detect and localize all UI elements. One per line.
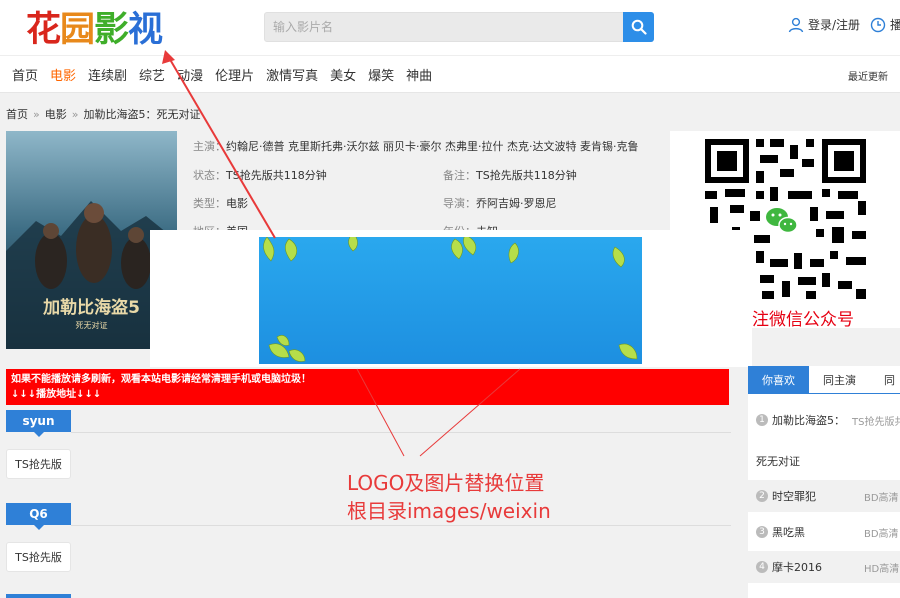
annotation-text: LOGO及图片替换位置 根目录images/weixin (347, 469, 551, 525)
list-item[interactable]: 4 摩卡2016 HD高清 (748, 551, 900, 583)
list-item-tag: BD高清 (864, 528, 899, 540)
tab-same-cast[interactable]: 同主演 (809, 366, 870, 393)
status-value: TS抢先版共118分钟 (226, 169, 327, 182)
nav-item-anime[interactable]: 动漫 (177, 65, 203, 84)
rank-badge: 4 (756, 561, 768, 573)
nav-item-photo[interactable]: 激情写真 (266, 65, 318, 84)
logo-char-3: 影 (94, 10, 129, 50)
type-value[interactable]: 电影 (226, 197, 248, 210)
episode-button[interactable]: TS抢先版 (6, 449, 71, 479)
type-label: 类型： (193, 197, 226, 210)
remark-label: 备注： (443, 169, 476, 182)
list-item[interactable]: 1 加勒比海盗5： TS抢先版共 (748, 412, 900, 428)
source-tab-next[interactable] (6, 594, 71, 598)
notice-bar: 如果不能播放请多刷新，观看本站电影请经常清理手机或电脑垃圾！ ↓↓↓播放地址↓↓… (6, 369, 729, 405)
search-button[interactable] (623, 12, 654, 42)
source-tab-q6[interactable]: Q6 (6, 503, 71, 530)
list-item-title[interactable]: 时空罪犯 (772, 488, 816, 504)
nav-item-variety[interactable]: 综艺 (139, 65, 165, 84)
list-item-title[interactable]: 黑吃黑 (772, 524, 805, 540)
rank-badge: 1 (756, 414, 768, 426)
director-value[interactable]: 乔阿吉姆·罗恩尼 (476, 197, 557, 210)
logo-char-1: 花 (26, 10, 61, 50)
breadcrumb-category[interactable]: 电影 (45, 108, 67, 121)
search-input[interactable] (265, 13, 623, 41)
nav-recent-updates[interactable]: 最近更新 (848, 68, 888, 83)
notice-line-1: 如果不能播放请多刷新，观看本站电影请经常清理手机或电脑垃圾！ (11, 374, 311, 385)
search-box (264, 12, 654, 42)
logo-char-4: 视 (128, 10, 163, 50)
remark-row: 备注：TS抢先版共118分钟 (443, 167, 577, 183)
episode-button[interactable]: TS抢先版 (6, 542, 71, 572)
history-link[interactable]: 播 (870, 16, 900, 33)
type-row: 类型：电影 (193, 195, 248, 211)
login-link[interactable]: 登录/注册 (788, 16, 860, 33)
main-nav: 首页 电影 连续剧 综艺 动漫 伦理片 激情写真 美女 爆笑 神曲 最近更新 (0, 55, 900, 93)
nav-item-beauty[interactable]: 美女 (330, 65, 356, 84)
notice-line-2: ↓↓↓播放地址↓↓↓ (11, 389, 102, 400)
nav-item-movie[interactable]: 电影 (50, 65, 76, 84)
recommend-sidebar: 你喜欢 同主演 同 1 加勒比海盗5： TS抢先版共 死无对证 2 时空罪犯 B… (748, 366, 900, 598)
history-label: 播 (890, 18, 900, 32)
annotation-line-1: LOGO及图片替换位置 (347, 471, 545, 495)
status-label: 状态： (193, 169, 226, 182)
list-item[interactable]: 3 黑吃黑 BD高清 (748, 516, 900, 548)
remark-value: TS抢先版共118分钟 (476, 169, 577, 182)
nav-item-series[interactable]: 连续剧 (88, 65, 127, 84)
tab-same-more[interactable]: 同 (870, 366, 900, 393)
list-item-tag: BD高清 (864, 492, 899, 504)
site-logo[interactable]: 花 园 影 视 (26, 10, 163, 50)
ad-banner[interactable] (259, 237, 642, 364)
list-item[interactable]: 2 时空罪犯 BD高清 (748, 480, 900, 512)
cast-row: 主演：约翰尼·德普 克里斯托弗·沃尔兹 丽贝卡·豪尔 杰弗里·拉什 杰克·达文波… (193, 138, 638, 154)
cast-label: 主演： (193, 140, 226, 153)
breadcrumb-separator: » (71, 108, 79, 121)
breadcrumb-separator: » (33, 108, 40, 121)
list-item-title[interactable]: 死无对证 (756, 453, 800, 469)
nav-item-ethics[interactable]: 伦理片 (215, 65, 254, 84)
tab-you-like[interactable]: 你喜欢 (748, 366, 809, 393)
annotation-line-2: 根目录images/weixin (347, 499, 551, 523)
breadcrumb-current: 加勒比海盗5：死无对证 (83, 108, 201, 121)
login-label: 登录/注册 (808, 18, 861, 32)
director-label: 导演： (443, 197, 476, 210)
breadcrumb: 首页 » 电影 » 加勒比海盗5：死无对证 (6, 106, 200, 122)
rank-badge: 2 (756, 490, 768, 502)
list-item-tag: TS抢先版共 (852, 416, 900, 428)
nav-item-funny[interactable]: 爆笑 (368, 65, 394, 84)
rank-badge: 3 (756, 526, 768, 538)
director-row: 导演：乔阿吉姆·罗恩尼 (443, 195, 557, 211)
breadcrumb-home[interactable]: 首页 (6, 108, 28, 121)
list-item-title[interactable]: 加勒比海盗5： (772, 412, 845, 428)
nav-item-songs[interactable]: 神曲 (406, 65, 432, 84)
poster-subtitle: 死无对证 (76, 320, 108, 330)
list-item-continued: 死无对证 (756, 453, 900, 469)
leaf-decoration (263, 237, 638, 362)
logo-char-2: 园 (60, 10, 95, 50)
status-row: 状态：TS抢先版共118分钟 (193, 167, 327, 183)
source-divider (71, 432, 731, 433)
clock-icon (870, 17, 886, 32)
source-divider (71, 525, 731, 526)
nav-item-home[interactable]: 首页 (12, 65, 38, 84)
qr-caption: 注微信公众号 (752, 310, 854, 330)
list-item-tag: HD高清 (864, 563, 900, 575)
user-icon (788, 17, 804, 32)
poster-title: 加勒比海盗5 (42, 297, 140, 318)
source-tab-syun[interactable]: syun (6, 410, 71, 437)
cast-value[interactable]: 约翰尼·德普 克里斯托弗·沃尔兹 丽贝卡·豪尔 杰弗里·拉什 杰克·达文波特 麦… (226, 140, 638, 153)
search-icon (631, 19, 647, 35)
list-item-title[interactable]: 摩卡2016 (772, 559, 822, 575)
